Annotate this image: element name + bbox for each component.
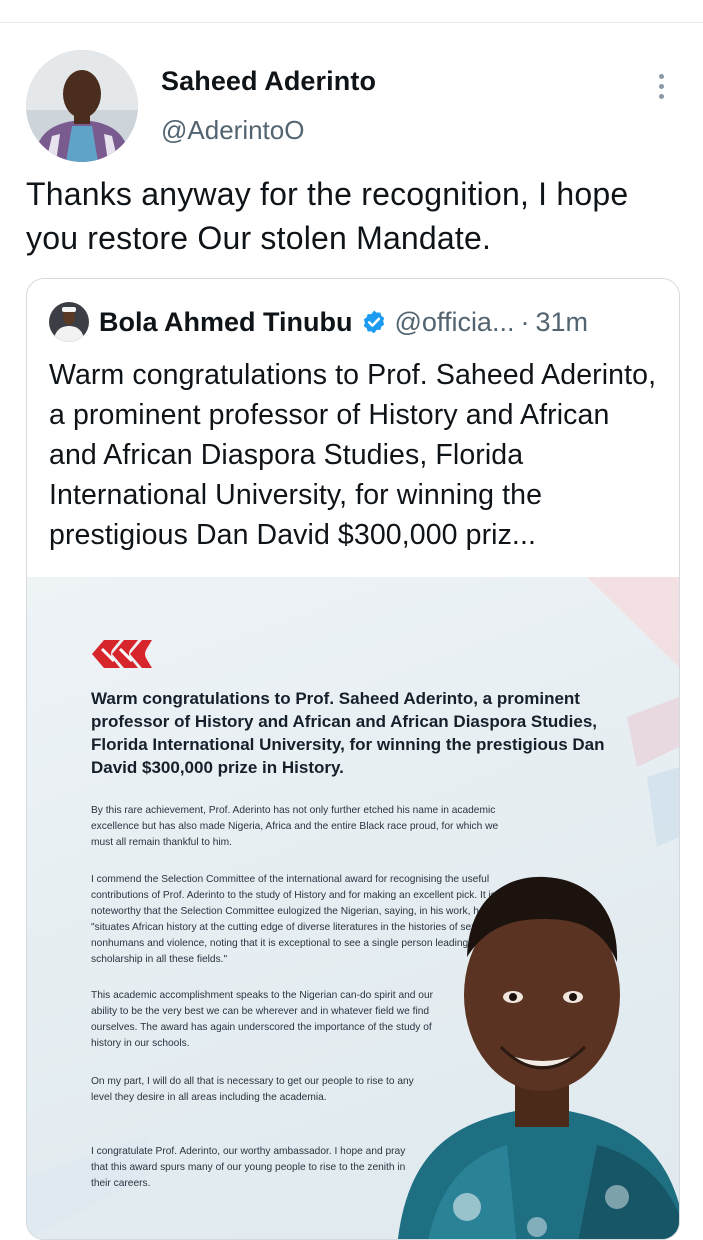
author-avatar[interactable]: [26, 50, 138, 162]
quoted-tweet-card[interactable]: Bola Ahmed Tinubu @officia... · 31m Warm…: [26, 278, 680, 1240]
quoted-tweet-image[interactable]: Warm congratulations to Prof. Saheed Ade…: [27, 577, 679, 1239]
red-chain-logo-icon: [92, 640, 152, 668]
more-dot: [658, 83, 664, 89]
quoted-author-handle[interactable]: @officia...: [395, 307, 515, 338]
poster-paragraph: On my part, I will do all that is necess…: [91, 1076, 414, 1103]
poster-headline: Warm congratulations to Prof. Saheed Ade…: [91, 689, 605, 777]
verified-badge-icon: [363, 310, 384, 334]
quoted-author-name[interactable]: Bola Ahmed Tinubu: [99, 307, 353, 338]
more-vertical-icon[interactable]: [648, 66, 674, 106]
quoted-tweet-text: Warm congratulations to Prof. Saheed Ade…: [49, 359, 657, 551]
quoted-tweet-header: Bola Ahmed Tinubu @officia... · 31m: [49, 301, 669, 343]
top-divider: [0, 22, 703, 23]
more-dot: [658, 93, 664, 99]
separator-dot: ·: [520, 306, 530, 337]
tweet-text: Thanks anyway for the recognition, I hop…: [26, 176, 629, 256]
author-name[interactable]: Saheed Aderinto: [161, 66, 376, 97]
professor-portrait: [398, 876, 679, 1239]
author-handle[interactable]: @AderintoO: [161, 115, 304, 146]
more-dot: [658, 73, 664, 79]
poster-paragraph: I congratulate Prof. Aderinto, our worth…: [91, 1146, 406, 1189]
quoted-author-avatar[interactable]: [49, 302, 89, 342]
quoted-timestamp[interactable]: 31m: [535, 307, 588, 338]
